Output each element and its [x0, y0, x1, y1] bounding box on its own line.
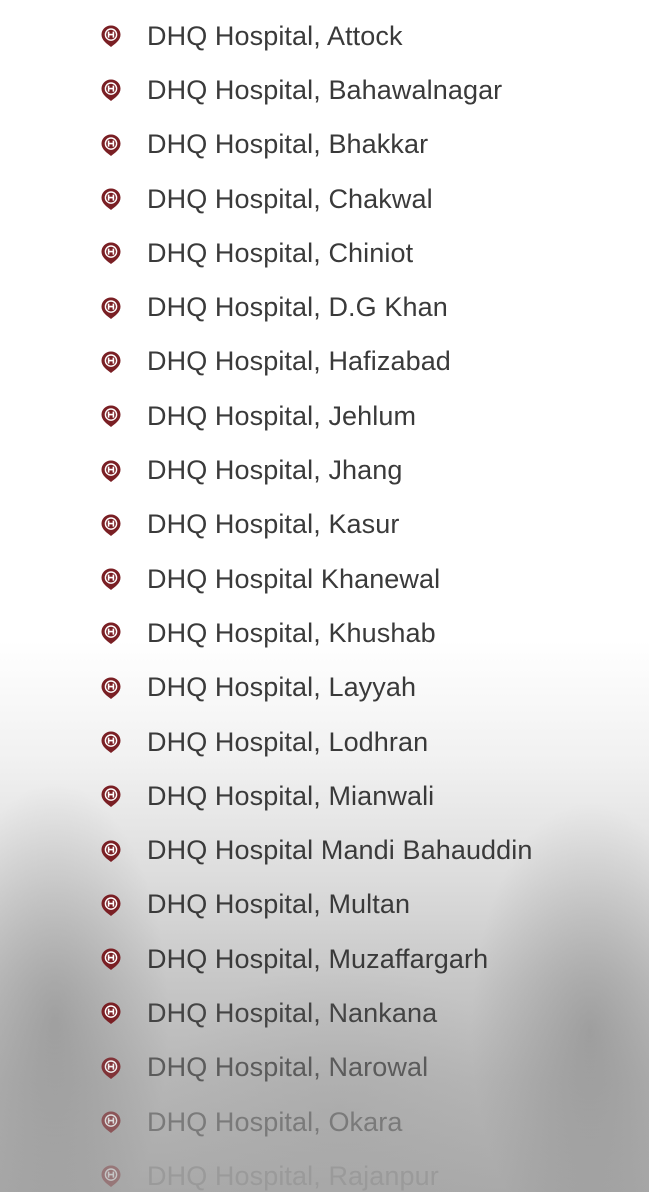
- list-item: DHQ Hospital, Hafizabad: [0, 335, 649, 389]
- list-item: DHQ Hospital, Jehlum: [0, 389, 649, 443]
- hospital-pin-icon: [101, 731, 121, 753]
- hospital-name: DHQ Hospital, Narowal: [147, 1052, 429, 1083]
- hospital-pin-icon: [101, 785, 121, 808]
- hospital-name: DHQ Hospital, Mianwali: [147, 780, 435, 811]
- hospital-pin-icon: [101, 894, 121, 916]
- list-item: DHQ Hospital, Attock: [0, 9, 649, 63]
- hospital-pin-icon: [101, 948, 121, 971]
- hospital-name: DHQ Hospital, Hafizabad: [147, 346, 451, 377]
- hospital-name: DHQ Hospital, Attock: [147, 20, 403, 51]
- list-item: DHQ Hospital, Mianwali: [0, 769, 649, 823]
- hospital-name: DHQ Hospital Mandi Bahauddin: [147, 835, 533, 866]
- hospital-name: DHQ Hospital, Layyah: [147, 672, 417, 703]
- list-item: DHQ Hospital, Kasur: [0, 498, 649, 552]
- hospital-pin-icon: [101, 351, 121, 373]
- hospital-name: DHQ Hospital Khanewal: [147, 563, 441, 594]
- hospital-name: DHQ Hospital, D.G Khan: [147, 292, 448, 323]
- list-item: DHQ Hospital, D.G Khan: [0, 280, 649, 334]
- list-item: DHQ Hospital, Jhang: [0, 443, 649, 497]
- list-item: DHQ Hospital, Muzaffargarh: [0, 932, 649, 986]
- list-item: DHQ Hospital, Okara: [0, 1095, 649, 1149]
- hospital-pin-icon: [101, 622, 121, 645]
- hospital-pin-icon: [101, 242, 121, 265]
- hospital-list: DHQ Hospital, Attock DHQ Hospital, Bahaw…: [0, 9, 649, 1204]
- hospital-pin-icon: [101, 460, 121, 482]
- hospital-name: DHQ Hospital, Lodhran: [147, 726, 429, 757]
- list-item: DHQ Hospital, Chiniot: [0, 226, 649, 280]
- hospital-pin-icon: [101, 677, 121, 699]
- hospital-pin-icon: [101, 1165, 121, 1188]
- hospital-name: DHQ Hospital, Chakwal: [147, 183, 433, 214]
- hospital-name: DHQ Hospital, Multan: [147, 889, 411, 920]
- list-item: DHQ Hospital, Layyah: [0, 661, 649, 715]
- hospital-pin-icon: [101, 405, 121, 428]
- hospital-name: DHQ Hospital, Jehlum: [147, 400, 417, 431]
- list-item: DHQ Hospital Khanewal: [0, 552, 649, 606]
- hospital-pin-icon: [101, 568, 121, 591]
- hospital-name: DHQ Hospital, Kasur: [147, 509, 400, 540]
- list-item: DHQ Hospital, Bhakkar: [0, 118, 649, 172]
- hospital-pin-icon: [101, 840, 121, 862]
- hospital-pin-icon: [101, 514, 121, 536]
- hospital-name: DHQ Hospital, Okara: [147, 1106, 403, 1137]
- hospital-name: DHQ Hospital, Bhakkar: [147, 129, 429, 160]
- list-item: DHQ Hospital, Nankana: [0, 986, 649, 1040]
- list-item: DHQ Hospital, Bahawalnagar: [0, 63, 649, 117]
- hospital-name: DHQ Hospital, Khushab: [147, 617, 436, 648]
- list-item: DHQ Hospital, Multan: [0, 878, 649, 932]
- hospital-pin-icon: [101, 1002, 121, 1025]
- hospital-pin-icon: [101, 79, 121, 102]
- hospital-pin-icon: [101, 134, 121, 156]
- list-item: DHQ Hospital, Khushab: [0, 606, 649, 660]
- list-item: DHQ Hospital, Lodhran: [0, 715, 649, 769]
- hospital-name: DHQ Hospital, Chiniot: [147, 237, 414, 268]
- hospital-name: DHQ Hospital, Rajanpur: [147, 1160, 439, 1191]
- list-item: DHQ Hospital Mandi Bahauddin: [0, 823, 649, 877]
- hospital-pin-icon: [101, 1111, 121, 1134]
- hospital-name: DHQ Hospital, Bahawalnagar: [147, 74, 503, 105]
- list-item: DHQ Hospital, Narowal: [0, 1041, 649, 1095]
- hospital-name: DHQ Hospital, Muzaffargarh: [147, 943, 489, 974]
- hospital-pin-icon: [101, 1057, 121, 1079]
- hospital-pin-icon: [101, 188, 121, 211]
- list-item: DHQ Hospital, Chakwal: [0, 172, 649, 226]
- hospital-name: DHQ Hospital, Jhang: [147, 455, 403, 486]
- hospital-name: DHQ Hospital, Nankana: [147, 997, 438, 1028]
- hospital-pin-icon: [101, 297, 121, 319]
- list-item: DHQ Hospital, Rajanpur: [0, 1149, 649, 1203]
- hospital-pin-icon: [101, 25, 121, 48]
